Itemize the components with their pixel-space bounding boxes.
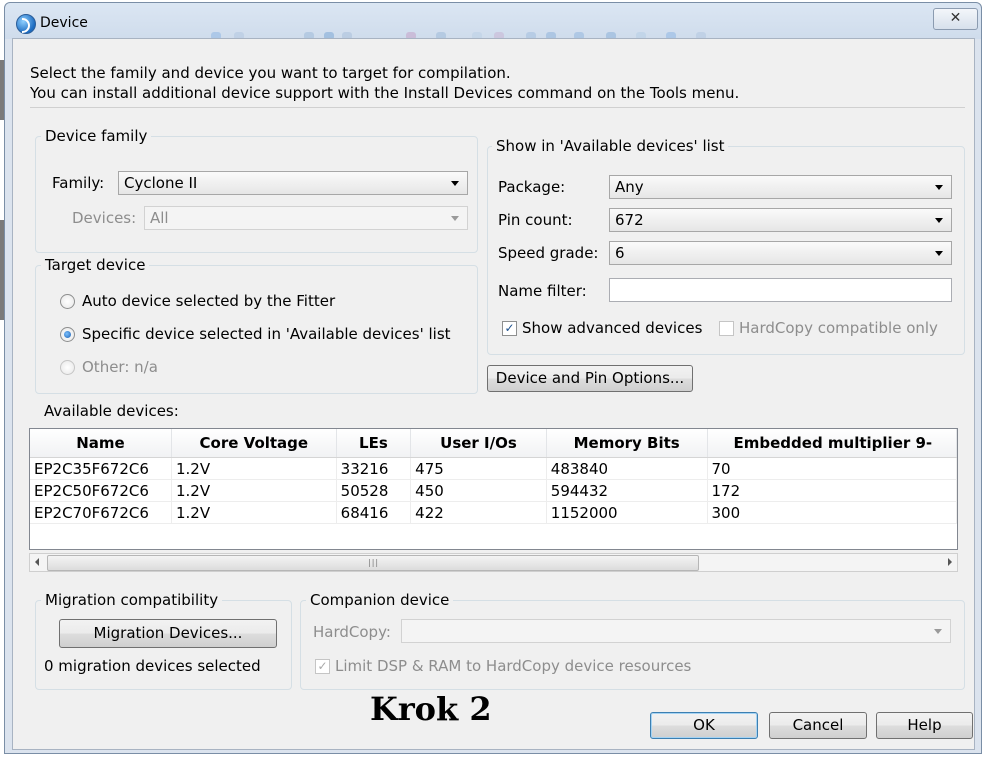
cell-les: 50528: [336, 479, 412, 502]
family-label: Family:: [52, 174, 105, 192]
package-label: Package:: [498, 178, 566, 196]
chevron-down-icon: [934, 629, 942, 634]
horizontal-scrollbar[interactable]: |||: [29, 553, 958, 572]
hardcopy-select[interactable]: [401, 619, 951, 643]
cell-les: 33216: [336, 457, 412, 480]
scrollbar-thumb[interactable]: |||: [47, 555, 699, 571]
ok-button[interactable]: OK: [650, 712, 758, 739]
hardcopy-label: HardCopy:: [313, 623, 391, 641]
chevron-down-icon: [935, 251, 943, 256]
cell-name: EP2C70F672C6: [30, 501, 172, 524]
hardcopy-only-label: HardCopy compatible only: [739, 319, 938, 337]
cell-memory-bits: 483840: [546, 457, 708, 480]
pin-count-value: 672: [615, 211, 644, 229]
table-row[interactable]: EP2C70F672C6 1.2V 68416 422 1152000 300: [30, 501, 957, 524]
cell-les: 68416: [336, 501, 412, 524]
close-icon[interactable]: ✕: [933, 8, 978, 30]
devices-label: Devices:: [72, 209, 137, 227]
migration-title: Migration compatibility: [41, 590, 223, 610]
chevron-down-icon: [935, 218, 943, 223]
auto-device-label[interactable]: Auto device selected by the Fitter: [82, 291, 335, 311]
cell-core-voltage: 1.2V: [171, 457, 337, 480]
speed-grade-select[interactable]: 6: [609, 241, 952, 265]
cell-name: EP2C50F672C6: [30, 479, 172, 502]
companion-group: [300, 600, 965, 690]
cell-name: EP2C35F672C6: [30, 457, 172, 480]
show-advanced-checkbox[interactable]: ✓: [502, 321, 517, 336]
step-caption: Krok 2: [370, 690, 492, 728]
available-devices-label: Available devices:: [44, 402, 179, 420]
cell-core-voltage: 1.2V: [171, 501, 337, 524]
chevron-down-icon: [451, 181, 459, 186]
cancel-button[interactable]: Cancel: [769, 712, 867, 739]
separator: [30, 107, 965, 108]
pin-count-label: Pin count:: [498, 211, 573, 229]
show-in-list-title: Show in 'Available devices' list: [492, 136, 729, 156]
column-header[interactable]: Name: [30, 429, 172, 458]
device-family-title: Device family: [41, 126, 152, 146]
devices-value: All: [150, 209, 169, 227]
companion-title: Companion device: [306, 590, 454, 610]
table-row[interactable]: EP2C50F672C6 1.2V 50528 450 594432 172: [30, 479, 957, 502]
speed-grade-value: 6: [615, 244, 625, 262]
chevron-down-icon: [451, 216, 459, 221]
specific-device-radio[interactable]: [60, 327, 75, 342]
limit-dsp-checkbox[interactable]: ✓: [315, 659, 330, 674]
cell-core-voltage: 1.2V: [171, 479, 337, 502]
devices-select[interactable]: All: [144, 206, 468, 230]
column-header[interactable]: Core Voltage: [171, 429, 337, 458]
intro-line-2: You can install additional device suppor…: [30, 84, 740, 102]
cell-memory-bits: 594432: [546, 479, 708, 502]
quartus-app-icon: [16, 14, 36, 34]
device-and-pin-options-button[interactable]: Device and Pin Options...: [487, 365, 693, 392]
cell-embedded-multiplier: 70: [707, 457, 957, 480]
pin-count-select[interactable]: 672: [609, 208, 952, 232]
available-devices-table[interactable]: Name Core Voltage LEs User I/Os Memory B…: [29, 428, 958, 550]
column-header[interactable]: LEs: [336, 429, 412, 458]
family-value: Cyclone II: [124, 174, 198, 192]
other-device-label: Other: n/a: [82, 358, 158, 376]
cell-user-ios: 450: [410, 479, 547, 502]
name-filter-input[interactable]: [609, 278, 952, 302]
specific-device-label[interactable]: Specific device selected in 'Available d…: [82, 324, 451, 344]
family-select[interactable]: Cyclone II: [118, 171, 468, 195]
migration-status: 0 migration devices selected: [44, 657, 261, 675]
cell-embedded-multiplier: 300: [707, 501, 957, 524]
intro-line-1: Select the family and device you want to…: [30, 64, 511, 82]
target-device-title: Target device: [41, 255, 150, 275]
migration-devices-button[interactable]: Migration Devices...: [59, 619, 277, 648]
cell-user-ios: 422: [410, 501, 547, 524]
name-filter-label: Name filter:: [498, 282, 587, 300]
scroll-right-icon[interactable]: [948, 558, 952, 566]
other-device-radio[interactable]: [60, 360, 75, 375]
column-header[interactable]: User I/Os: [410, 429, 547, 458]
auto-device-radio[interactable]: [60, 294, 75, 309]
help-button[interactable]: Help: [876, 712, 973, 739]
speed-grade-label: Speed grade:: [498, 244, 599, 262]
table-header-row: Name Core Voltage LEs User I/Os Memory B…: [30, 429, 957, 458]
window-title: Device: [40, 15, 88, 31]
column-header[interactable]: Memory Bits: [546, 429, 708, 458]
show-advanced-label[interactable]: Show advanced devices: [522, 318, 702, 338]
limit-dsp-label: Limit DSP & RAM to HardCopy device resou…: [335, 657, 692, 675]
cell-embedded-multiplier: 172: [707, 479, 957, 502]
title-bar[interactable]: Device ✕: [6, 4, 978, 40]
hardcopy-only-checkbox[interactable]: [719, 321, 734, 336]
scroll-left-icon[interactable]: [35, 558, 39, 566]
table-row[interactable]: EP2C35F672C6 1.2V 33216 475 483840 70: [30, 457, 957, 480]
grip-icon: |||: [368, 558, 380, 567]
chevron-down-icon: [935, 185, 943, 190]
cell-user-ios: 475: [410, 457, 547, 480]
package-select[interactable]: Any: [609, 175, 952, 199]
package-value: Any: [615, 178, 644, 196]
cell-memory-bits: 1152000: [546, 501, 708, 524]
column-header[interactable]: Embedded multiplier 9-: [707, 429, 957, 458]
